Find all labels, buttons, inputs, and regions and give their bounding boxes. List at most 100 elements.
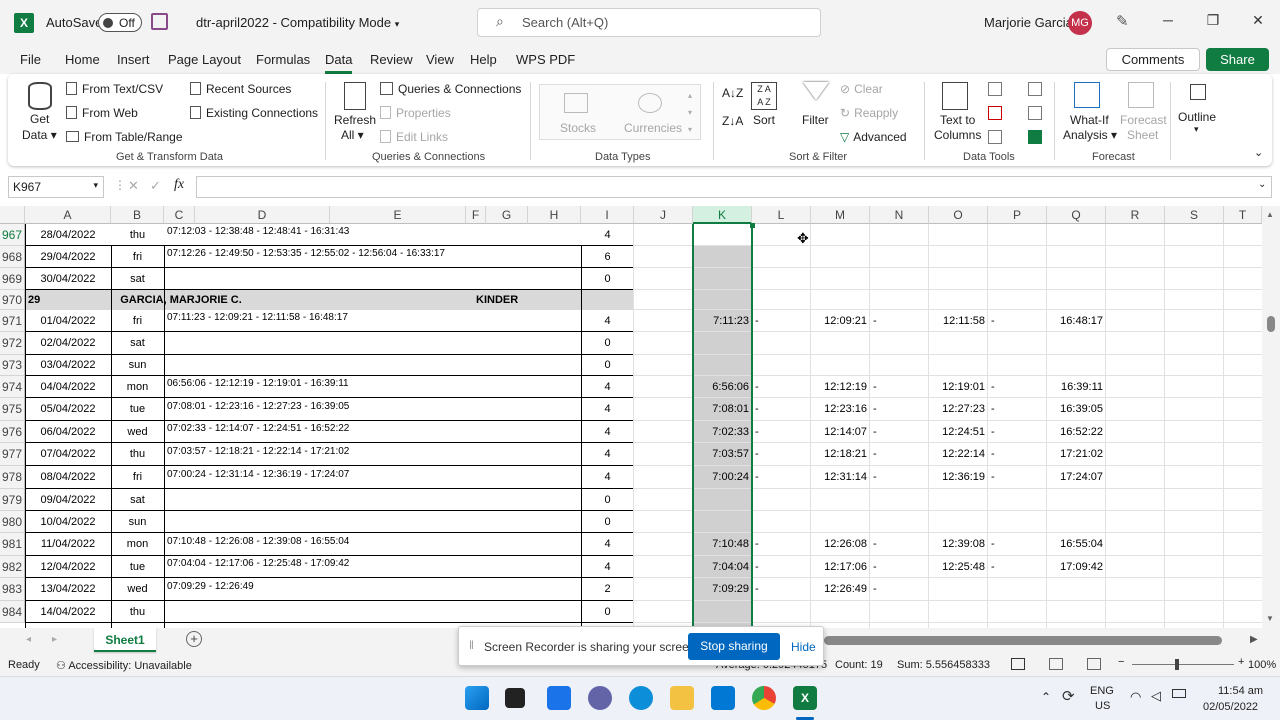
cell-o[interactable]: 12:24:51 (929, 421, 988, 443)
fill-handle[interactable] (750, 223, 755, 228)
cell-n-dash[interactable]: - (870, 421, 890, 443)
start-icon[interactable] (465, 686, 489, 710)
cell-l-dash[interactable]: - (752, 533, 772, 556)
accessibility-status[interactable]: ⚇ Accessibility: Unavailable (56, 659, 192, 672)
cell-n-dash[interactable]: - (870, 376, 890, 398)
scroll-up-icon[interactable]: ▲ (1266, 210, 1274, 219)
cell-m[interactable]: 12:31:14 (811, 466, 870, 489)
document-title[interactable]: dtr-april2022 - Compatibility Mode ▾ (196, 15, 399, 30)
battery-icon[interactable] (1172, 689, 1186, 698)
relationships-icon[interactable] (1028, 106, 1042, 120)
cell-a[interactable]: 12/04/2022 (25, 556, 111, 578)
cell-e[interactable]: KINDER (473, 290, 573, 310)
cell-c[interactable]: 07:03:57 - 12:18:21 - 12:22:14 - 17:21:0… (164, 443, 352, 466)
column-header-s[interactable]: S (1165, 206, 1224, 224)
drag-handle-icon[interactable]: ‖ (469, 638, 474, 652)
from-text-csv-button[interactable]: From Text/CSV (66, 82, 163, 96)
save-icon[interactable] (151, 13, 168, 30)
cell-m[interactable]: 12:23:16 (811, 398, 870, 421)
outline-dropdown-icon[interactable]: ▾ (1194, 124, 1199, 135)
widgets-icon[interactable] (547, 686, 571, 710)
cell-b[interactable]: fri (111, 466, 164, 489)
refresh-all-dropdown[interactable]: All ▾ (341, 128, 364, 142)
cell-a[interactable]: 30/04/2022 (25, 268, 111, 290)
cell-n-dash[interactable]: - (870, 310, 890, 332)
cell-p-dash[interactable]: - (988, 533, 1008, 556)
zoom-slider[interactable] (1132, 664, 1234, 665)
cell-p-dash[interactable]: - (988, 556, 1008, 578)
row-header[interactable]: 975 (0, 398, 25, 421)
cell-o[interactable]: 12:36:19 (929, 466, 988, 489)
zoom-slider-thumb[interactable] (1175, 659, 1179, 670)
language-indicator[interactable]: ENG (1090, 685, 1114, 697)
minimize-icon[interactable]: ─ (1158, 12, 1178, 32)
get-data-dropdown[interactable]: Data ▾ (22, 128, 57, 142)
chrome-icon[interactable] (752, 686, 776, 710)
cell-p-dash[interactable]: - (988, 310, 1008, 332)
scroll-right-icon[interactable]: ▶ (1250, 634, 1258, 645)
cell-a[interactable]: 01/04/2022 (25, 310, 111, 332)
cell-a[interactable]: 29 (25, 290, 111, 310)
cell-q[interactable]: 16:39:05 (1047, 398, 1106, 421)
search-input[interactable]: ⌕ Search (Alt+Q) (477, 8, 821, 37)
cell-a[interactable]: 14/04/2022 (25, 601, 111, 623)
cell-m[interactable]: 12:26:08 (811, 533, 870, 556)
select-all-corner[interactable] (0, 206, 25, 224)
cell-m[interactable]: 12:18:21 (811, 443, 870, 466)
tab-formulas[interactable]: Formulas (256, 52, 310, 67)
vertical-scrollbar[interactable]: ▲ ▼ (1262, 206, 1280, 628)
queries-connections-button[interactable]: Queries & Connections (380, 82, 521, 96)
cell-q[interactable]: 16:48:17 (1047, 310, 1106, 332)
tab-review[interactable]: Review (370, 52, 413, 67)
reapply-button[interactable]: ↻ Reapply (840, 106, 898, 120)
row-header[interactable]: 971 (0, 310, 25, 332)
spreadsheet-grid[interactable]: A B C D E F G H I J K L M N O P Q R S T 967 28/04/2022 thu 07:1… (0, 206, 1262, 628)
cell-q[interactable]: 17:09:42 (1047, 556, 1106, 578)
column-header-e[interactable]: E (330, 206, 466, 224)
cell-n-dash[interactable]: - (870, 578, 890, 601)
insert-function-icon[interactable]: fx (174, 177, 184, 193)
cell-p-dash[interactable]: - (988, 443, 1008, 466)
recent-sources-button[interactable]: Recent Sources (190, 82, 291, 96)
cell-o[interactable]: 12:22:14 (929, 443, 988, 466)
cell-c[interactable]: 07:09:29 - 12:26:49 (164, 578, 257, 601)
cell-b[interactable]: sat (111, 268, 164, 290)
existing-connections-button[interactable]: Existing Connections (190, 106, 318, 120)
cell-i[interactable]: 2 (581, 578, 634, 601)
from-web-button[interactable]: From Web (66, 106, 138, 120)
expand-formula-icon[interactable]: ⌄ (1258, 179, 1266, 190)
enter-formula-icon[interactable]: ✓ (150, 178, 161, 194)
user-name[interactable]: Marjorie Garcia (984, 15, 1073, 30)
cell-m[interactable]: 12:12:19 (811, 376, 870, 398)
tab-home[interactable]: Home (65, 52, 100, 67)
cell-i[interactable]: 0 (581, 332, 634, 355)
cell-l-dash[interactable]: - (752, 310, 772, 332)
cell-a[interactable]: 10/04/2022 (25, 511, 111, 533)
cell-a[interactable]: 28/04/2022 (25, 224, 111, 246)
cell-o[interactable]: 12:39:08 (929, 533, 988, 556)
cell-i[interactable]: 4 (581, 533, 634, 556)
stocks-button[interactable]: Stocks (560, 121, 596, 135)
excel-taskbar-icon[interactable]: X (793, 686, 817, 710)
cell-l-dash[interactable]: - (752, 421, 772, 443)
cell-c[interactable]: 07:11:23 - 12:09:21 - 12:11:58 - 16:48:1… (164, 310, 351, 332)
close-icon[interactable]: ✕ (1248, 12, 1268, 32)
cell-p-dash[interactable]: - (988, 421, 1008, 443)
name-box[interactable]: K967 ▾ (8, 176, 104, 198)
hide-button[interactable]: Hide (791, 640, 816, 654)
cell-a[interactable]: 03/04/2022 (25, 355, 111, 376)
language-region[interactable]: US (1095, 700, 1110, 712)
tab-file[interactable]: File (20, 52, 41, 67)
comments-button[interactable]: Comments (1106, 48, 1200, 71)
column-header-k[interactable]: K (693, 206, 752, 224)
avatar[interactable]: MG (1068, 11, 1092, 35)
cell-i[interactable]: 0 (581, 489, 634, 511)
tab-view[interactable]: View (426, 52, 454, 67)
teams-chat-icon[interactable] (588, 686, 612, 710)
clock-time[interactable]: 11:54 am (1218, 685, 1263, 697)
column-header-h[interactable]: H (528, 206, 581, 224)
cell-c[interactable]: 07:04:04 - 12:17:06 - 12:25:48 - 17:09:4… (164, 556, 352, 578)
cell-b[interactable]: sat (111, 332, 164, 355)
cell-a[interactable]: 07/04/2022 (25, 443, 111, 466)
cell-c[interactable]: 07:10:48 - 12:26:08 - 12:39:08 - 16:55:0… (164, 533, 352, 556)
